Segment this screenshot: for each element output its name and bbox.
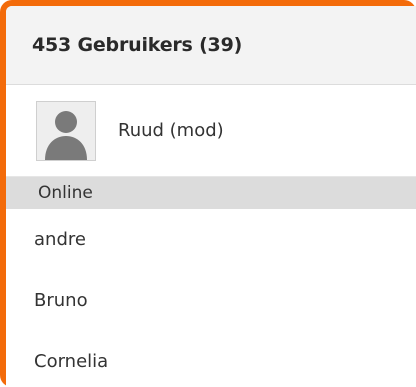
user-count-title: 453 Gebruikers (39) <box>32 34 243 56</box>
user-name: andre <box>34 229 86 250</box>
default-user-silhouette-icon <box>45 110 87 160</box>
user-panel: 453 Gebruikers (39) Ruud (mod) Online an… <box>6 6 416 387</box>
list-item[interactable]: andre <box>6 209 416 270</box>
panel-header: 453 Gebruikers (39) <box>6 6 416 85</box>
list-item[interactable]: Bruno <box>6 270 416 331</box>
moderator-name: Ruud (mod) <box>118 120 224 141</box>
user-panel-frame: 453 Gebruikers (39) Ruud (mod) Online an… <box>0 0 416 387</box>
user-name: Bruno <box>34 290 88 311</box>
online-section-header: Online <box>6 177 416 209</box>
avatar <box>36 100 96 161</box>
section-label: Online <box>38 183 93 203</box>
moderator-row[interactable]: Ruud (mod) <box>6 85 416 177</box>
online-user-list: andre Bruno Cornelia <box>6 209 416 387</box>
user-name: Cornelia <box>34 351 109 372</box>
list-item[interactable]: Cornelia <box>6 331 416 387</box>
